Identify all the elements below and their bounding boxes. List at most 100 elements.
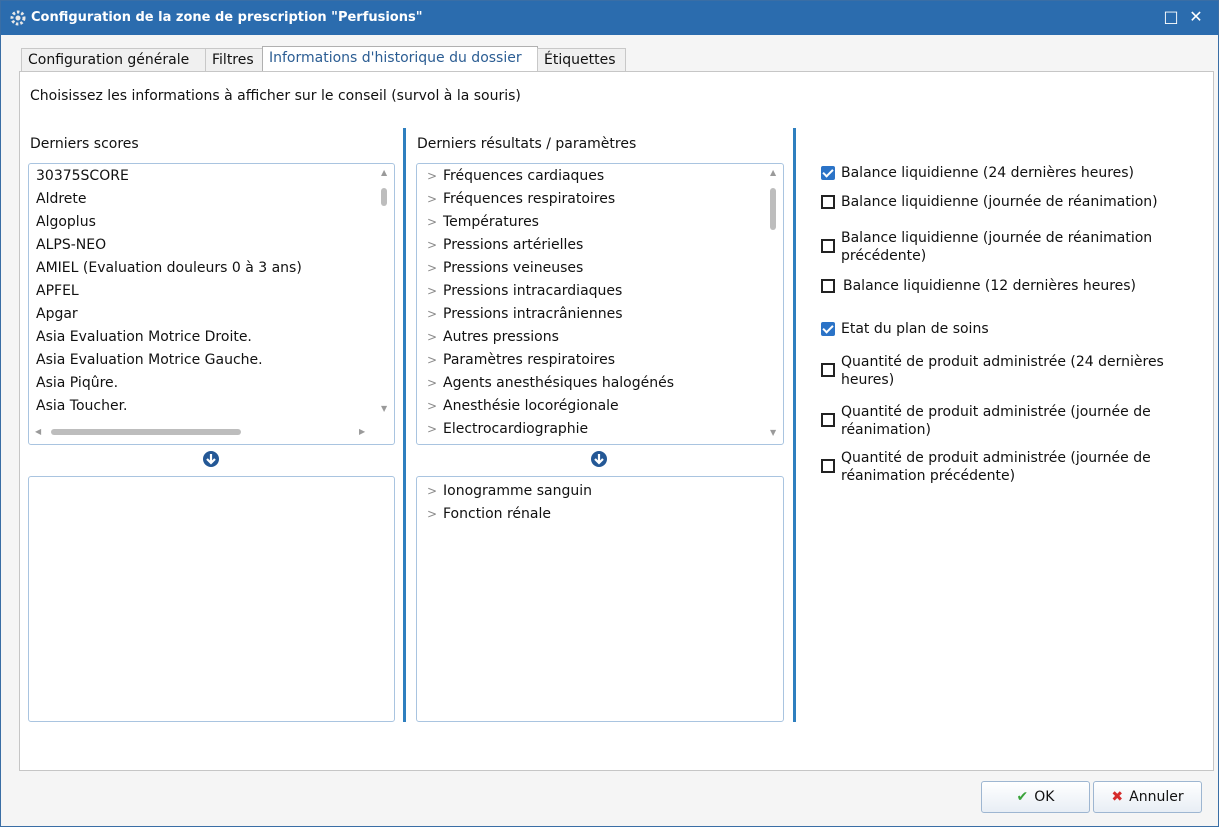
list-item[interactable]: Apgar (36, 306, 78, 322)
chevron-right-icon[interactable]: > (427, 330, 443, 344)
option-quantite-24h[interactable]: Quantité de produit administrée (24 dern… (821, 353, 1191, 389)
tree-item-label: Pressions intracardiaques (443, 283, 623, 299)
selected-results-tree[interactable]: > Ionogramme sanguin > Fonction rénale (416, 476, 784, 722)
results-vertical-scrollbar[interactable]: ▲ ▼ (767, 166, 779, 442)
list-item[interactable]: Asia Toucher. (36, 398, 128, 414)
chevron-right-icon[interactable]: > (427, 169, 443, 183)
scrollbar-thumb[interactable] (381, 188, 387, 206)
chevron-right-icon[interactable]: > (427, 353, 443, 367)
checkbox-checked[interactable] (821, 322, 835, 336)
option-label: Balance liquidienne (12 dernières heures… (843, 278, 1137, 294)
tree-item[interactable]: > Pressions veineuses (427, 260, 583, 276)
list-item[interactable]: Algoplus (36, 214, 96, 230)
maximize-button[interactable]: □ (1161, 7, 1181, 27)
window-title: Configuration de la zone de prescription… (31, 10, 423, 25)
scroll-right-icon[interactable]: ▶ (359, 427, 365, 436)
checkbox-unchecked[interactable] (821, 239, 835, 253)
chevron-right-icon[interactable]: > (427, 261, 443, 275)
selected-scores-list[interactable] (28, 476, 395, 722)
checkbox-unchecked[interactable] (821, 279, 835, 293)
tree-item[interactable]: > Fonction rénale (427, 506, 551, 522)
tab-informations-historique[interactable]: Informations d'historique du dossier (262, 46, 538, 73)
scores-label: Derniers scores (30, 136, 139, 152)
scroll-down-icon[interactable]: ▼ (381, 404, 387, 413)
tree-item[interactable]: > Fréquences respiratoires (427, 191, 615, 207)
option-label-line2: réanimation) (841, 422, 931, 438)
tab-configuration-generale[interactable]: Configuration générale (21, 48, 206, 72)
chevron-right-icon[interactable]: > (427, 307, 443, 321)
list-item[interactable]: Aldrete (36, 191, 87, 207)
list-item[interactable]: Asia Piqûre. (36, 375, 118, 391)
tree-item[interactable]: > Pressions intracardiaques (427, 283, 622, 299)
scroll-left-icon[interactable]: ◀ (35, 427, 41, 436)
checkbox-unchecked[interactable] (821, 413, 835, 427)
tree-item[interactable]: > Agents anesthésiques halogénés (427, 375, 674, 391)
chevron-right-icon[interactable]: > (427, 215, 443, 229)
option-label: Balance liquidienne (24 dernières heures… (841, 165, 1135, 181)
option-balance-journee-precedente[interactable]: Balance liquidienne (journée de réanimat… (821, 229, 1191, 265)
title-bar[interactable]: Configuration de la zone de prescription… (1, 1, 1218, 35)
option-label: Quantité de produit administrée (journée… (841, 404, 1151, 420)
checkbox-unchecked[interactable] (821, 195, 835, 209)
scrollbar-thumb[interactable] (770, 188, 776, 230)
chevron-right-icon[interactable]: > (427, 422, 443, 436)
option-label-line2: précédente) (841, 248, 927, 264)
option-quantite-journee[interactable]: Quantité de produit administrée (journée… (821, 403, 1191, 439)
scrollbar-thumb[interactable] (51, 429, 241, 435)
tab-etiquettes[interactable]: Étiquettes (537, 48, 626, 72)
tree-item-label: Pressions veineuses (443, 260, 584, 276)
scroll-down-icon[interactable]: ▼ (770, 428, 776, 437)
option-label-line2: réanimation précédente) (841, 468, 1016, 484)
close-button[interactable]: ✕ (1186, 7, 1206, 27)
chevron-right-icon[interactable]: > (427, 507, 443, 521)
tree-item[interactable]: > Autres pressions (427, 329, 559, 345)
chevron-right-icon[interactable]: > (427, 284, 443, 298)
tree-item-label: Fréquences respiratoires (443, 191, 616, 207)
chevron-right-icon[interactable]: > (427, 399, 443, 413)
tab-content: Choisissez les informations à afficher s… (19, 71, 1214, 771)
tree-item[interactable]: > Paramètres respiratoires (427, 352, 615, 368)
scores-vertical-scrollbar[interactable]: ▲ ▼ (378, 166, 390, 416)
chevron-right-icon[interactable]: > (427, 376, 443, 390)
checkbox-unchecked[interactable] (821, 459, 835, 473)
results-tree[interactable]: > Fréquences cardiaques > Fréquences respi… (416, 163, 784, 445)
cancel-button[interactable]: ✖ Annuler (1093, 781, 1202, 813)
add-score-button[interactable] (203, 451, 219, 467)
tree-item-label: Pressions artérielles (443, 237, 584, 253)
tree-item-label: Fonction rénale (443, 506, 551, 522)
tree-item[interactable]: > Pressions artérielles (427, 237, 583, 253)
option-label: Quantité de produit administrée (24 dern… (841, 354, 1164, 370)
list-item[interactable]: AMIEL (Evaluation douleurs 0 à 3 ans) (36, 260, 302, 276)
tab-filtres[interactable]: Filtres (205, 48, 263, 72)
instruction-text: Choisissez les informations à afficher s… (30, 88, 521, 104)
chevron-right-icon[interactable]: > (427, 238, 443, 252)
chevron-right-icon[interactable]: > (427, 484, 443, 498)
checkbox-unchecked[interactable] (821, 363, 835, 377)
checkbox-checked[interactable] (821, 166, 835, 180)
tree-item-label: Ionogramme sanguin (443, 483, 592, 499)
tree-item[interactable]: > Températures (427, 214, 539, 230)
option-quantite-journee-precedente[interactable]: Quantité de produit administrée (journée… (821, 449, 1191, 485)
tree-item[interactable]: > Electrocardiographie (427, 421, 588, 437)
add-result-button[interactable] (591, 451, 607, 467)
column-divider (403, 128, 406, 722)
list-item[interactable]: Asia Evaluation Motrice Droite. (36, 329, 252, 345)
tree-item-label: Agents anesthésiques halogénés (443, 375, 675, 391)
tree-item[interactable]: > Pressions intracrâniennes (427, 306, 623, 322)
tree-item[interactable]: > Fréquences cardiaques (427, 168, 604, 184)
list-item[interactable]: APFEL (36, 283, 79, 299)
tree-item[interactable]: > Anesthésie locorégionale (427, 398, 619, 414)
scroll-up-icon[interactable]: ▲ (770, 168, 776, 177)
option-label: Quantité de produit administrée (journée… (841, 450, 1151, 466)
ok-button[interactable]: ✔ OK (981, 781, 1090, 813)
list-item[interactable]: ALPS-NEO (36, 237, 106, 253)
scores-list[interactable]: 30375SCORE Aldrete Algoplus ALPS-NEO AMI… (28, 163, 395, 445)
list-item[interactable]: 30375SCORE (36, 168, 129, 184)
arrow-down-icon (206, 454, 216, 465)
chevron-right-icon[interactable]: > (427, 192, 443, 206)
scroll-up-icon[interactable]: ▲ (381, 168, 387, 177)
scores-horizontal-scrollbar[interactable]: ◀ ▶ (33, 426, 373, 438)
tree-item[interactable]: > Ionogramme sanguin (427, 483, 592, 499)
list-item[interactable]: Asia Evaluation Motrice Gauche. (36, 352, 263, 368)
option-label: Balance liquidienne (journée de réanimat… (841, 230, 1153, 246)
